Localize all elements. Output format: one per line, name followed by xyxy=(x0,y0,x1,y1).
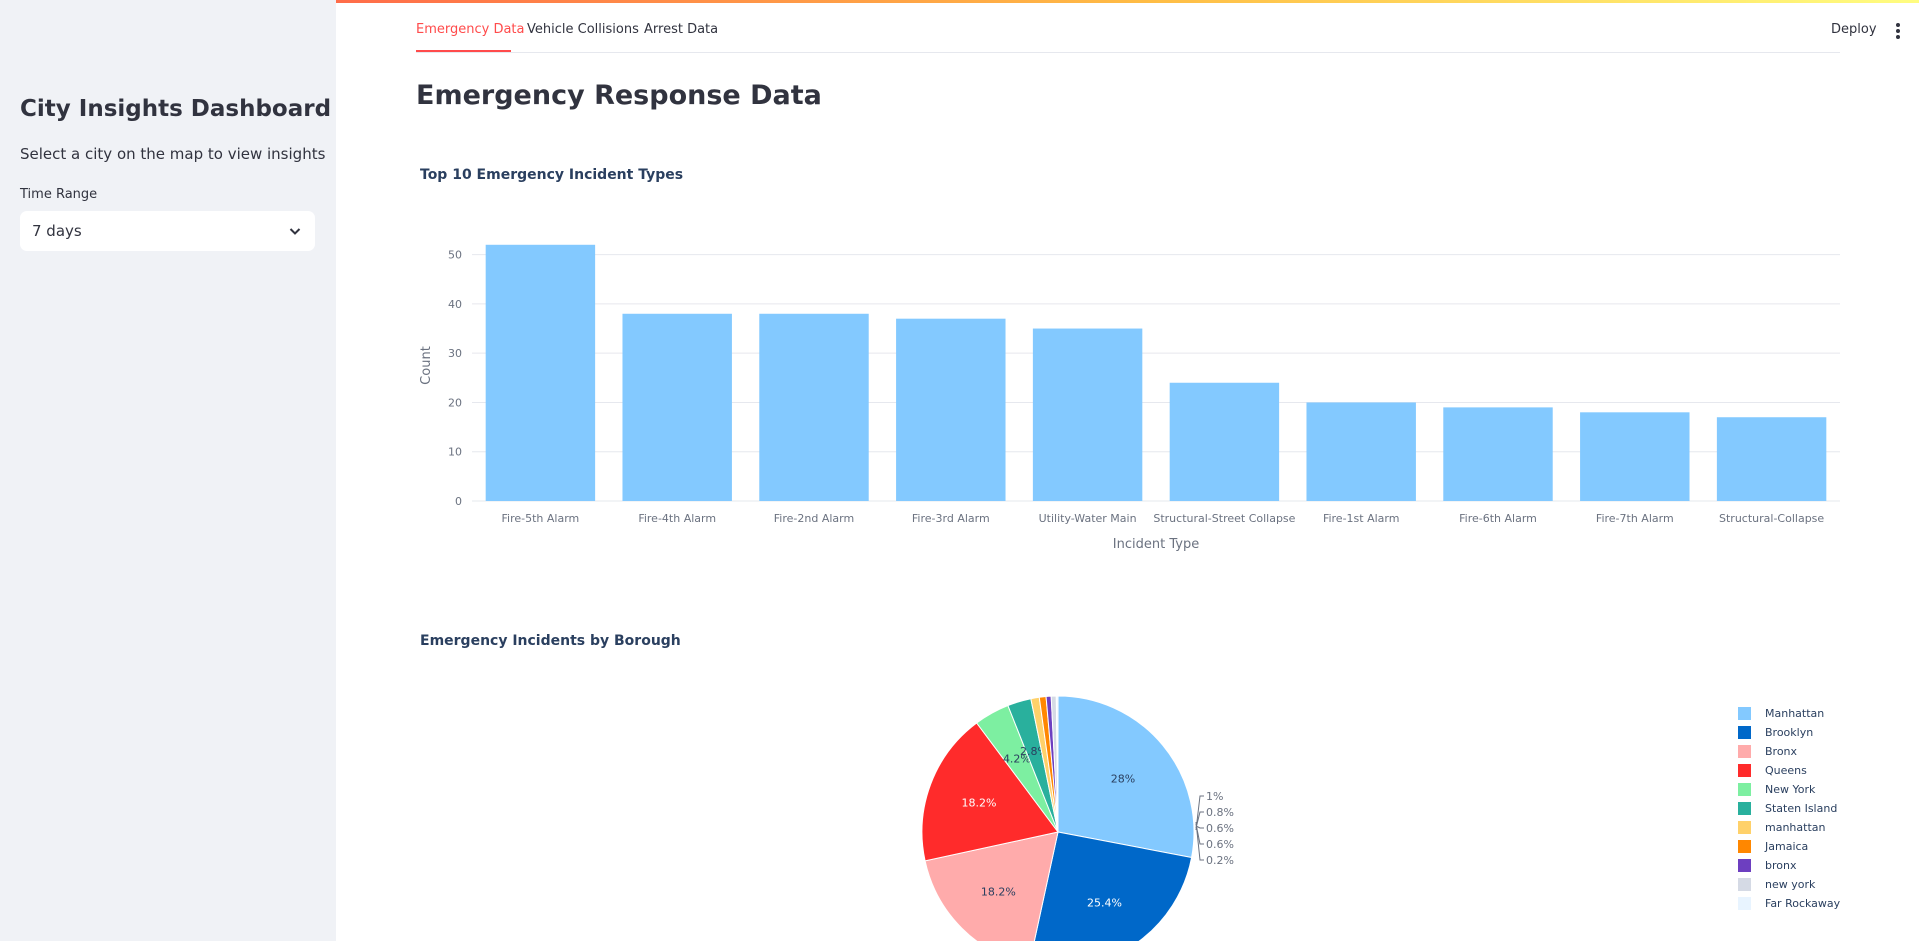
bar-chart: 0 10 20 30 40 50 Fire-5th Alarm Fire-4th Alarm F… xyxy=(419,244,1840,552)
legend-swatch xyxy=(1738,726,1751,739)
pie-chart-title: Emergency Incidents by Borough xyxy=(420,633,681,649)
x-axis-label: Incident Type xyxy=(1113,537,1199,552)
x-tick-label: Structural-Collapse xyxy=(1719,512,1824,525)
legend-item[interactable]: Queens xyxy=(1738,761,1840,780)
legend-label: Far Rockaway xyxy=(1765,897,1841,910)
pie-outside-label: 0.6% xyxy=(1206,822,1234,835)
bar xyxy=(1169,382,1280,501)
pie-slice-label: 28% xyxy=(1111,772,1135,785)
x-tick-label: Fire-4th Alarm xyxy=(638,512,716,525)
legend-swatch xyxy=(1738,802,1751,815)
legend-swatch xyxy=(1738,821,1751,834)
pie-slice-label: 25.4% xyxy=(1087,896,1122,909)
pie-outside-label: 1% xyxy=(1206,790,1223,803)
pie-slice-label: 18.2% xyxy=(962,796,997,809)
bar xyxy=(1443,407,1553,501)
legend-label: Queens xyxy=(1765,764,1807,777)
legend-item[interactable]: New York xyxy=(1738,780,1840,799)
legend-item[interactable]: manhattan xyxy=(1738,818,1840,837)
legend-label: bronx xyxy=(1765,859,1797,872)
legend-item[interactable]: Staten Island xyxy=(1738,799,1840,818)
legend-label: Jamaica xyxy=(1765,840,1809,853)
legend-swatch xyxy=(1738,707,1751,720)
x-tick-label: Fire-1st Alarm xyxy=(1323,512,1400,525)
pie-chart: 28%25.4%18.2%18.2%4.2%2.8%0.2%0.6%0.6%0.… xyxy=(921,695,1234,941)
pie-outside-label: 0.2% xyxy=(1206,854,1234,867)
x-tick-label: Utility-Water Main xyxy=(1039,512,1137,525)
legend-item[interactable]: bronx xyxy=(1738,856,1840,875)
legend-label: manhattan xyxy=(1765,821,1826,834)
legend-swatch xyxy=(1738,897,1751,910)
y-tick-label: 0 xyxy=(455,495,462,508)
y-tick-label: 20 xyxy=(448,396,462,409)
y-tick-label: 10 xyxy=(448,446,462,459)
y-tick-label: 50 xyxy=(448,249,462,262)
legend-label: Bronx xyxy=(1765,745,1798,758)
y-axis-label: Count xyxy=(419,346,434,385)
legend-swatch xyxy=(1738,764,1751,777)
legend-item[interactable]: new york xyxy=(1738,875,1840,894)
legend-label: Brooklyn xyxy=(1765,726,1814,739)
legend-swatch xyxy=(1738,859,1751,872)
pie-legend: Manhattan Brooklyn Bronx Queens New York Stat… xyxy=(1738,704,1840,913)
bar xyxy=(1580,412,1690,501)
legend-item[interactable]: Jamaica xyxy=(1738,837,1840,856)
x-tick-label: Fire-6th Alarm xyxy=(1459,512,1537,525)
legend-label: new york xyxy=(1765,878,1816,891)
x-tick-label: Fire-5th Alarm xyxy=(502,512,580,525)
y-tick-label: 30 xyxy=(448,347,462,360)
legend-label: New York xyxy=(1765,783,1816,796)
legend-label: Manhattan xyxy=(1765,707,1825,720)
x-tick-label: Structural-Street Collapse xyxy=(1153,512,1295,525)
x-tick-label: Fire-7th Alarm xyxy=(1596,512,1674,525)
pie-outside-label: 0.6% xyxy=(1206,838,1234,851)
bar xyxy=(622,313,732,501)
legend-swatch xyxy=(1738,878,1751,891)
pie-outside-label: 0.8% xyxy=(1206,806,1234,819)
legend-swatch xyxy=(1738,840,1751,853)
y-tick-label: 40 xyxy=(448,298,462,311)
legend-item[interactable]: Far Rockaway xyxy=(1738,894,1840,913)
bar xyxy=(485,244,596,502)
pie-slice-label: 18.2% xyxy=(981,886,1016,899)
bar xyxy=(759,313,869,501)
legend-item[interactable]: Brooklyn xyxy=(1738,723,1840,742)
bar xyxy=(1716,417,1827,501)
x-tick-label: Fire-2nd Alarm xyxy=(774,512,854,525)
bar xyxy=(1032,328,1143,501)
legend-label: Staten Island xyxy=(1765,802,1838,815)
x-tick-label: Fire-3rd Alarm xyxy=(912,512,990,525)
legend-item[interactable]: Manhattan xyxy=(1738,704,1840,723)
bar xyxy=(896,318,1006,501)
legend-swatch xyxy=(1738,783,1751,796)
legend-swatch xyxy=(1738,745,1751,758)
legend-item[interactable]: Bronx xyxy=(1738,742,1840,761)
bar xyxy=(1306,402,1416,501)
